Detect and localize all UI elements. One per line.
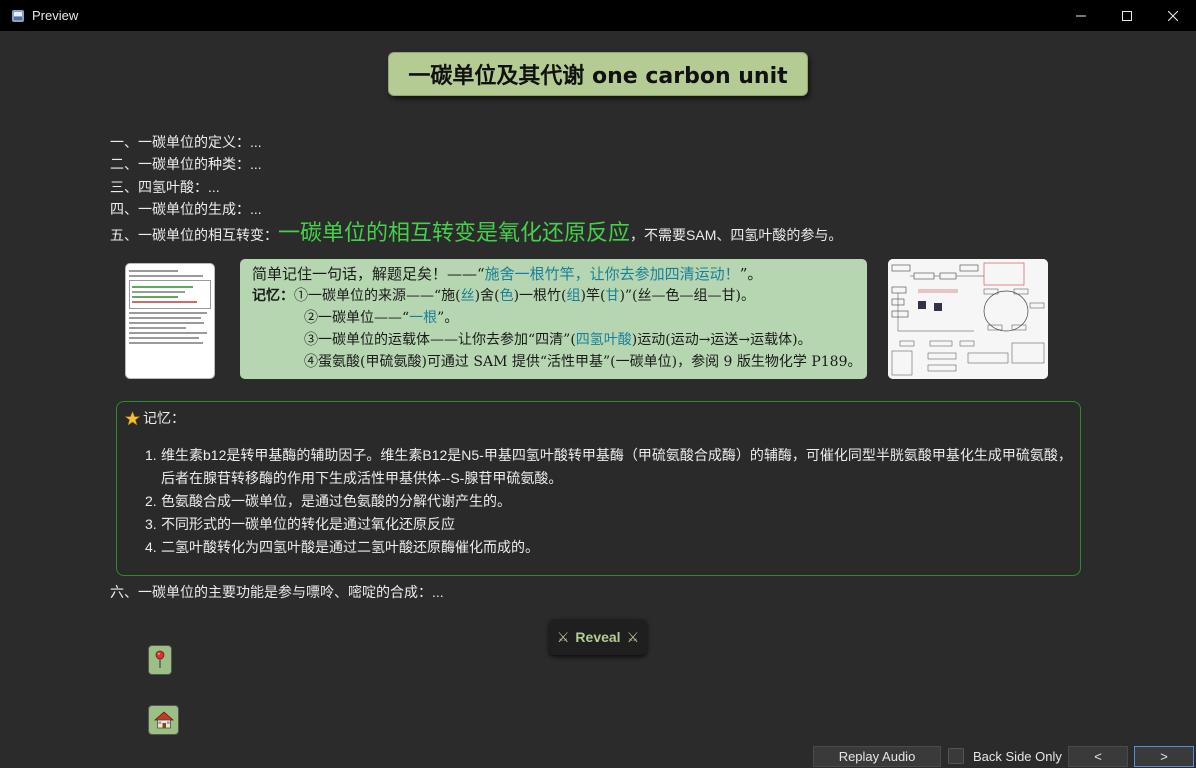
- outline-item-1: 一、一碳单位的定义：...: [110, 134, 262, 150]
- memo-item-3: 3. 不同形式的一碳单位的转化是通过氧化还原反应: [145, 516, 455, 532]
- crossed-swords-icon: ⚔: [626, 628, 640, 645]
- outline-item-5-suffix: ，不需要SAM、四氢叶酸的参与。: [630, 227, 843, 243]
- outline-item-5-prefix: 五、一碳单位的相互转变：: [110, 227, 278, 243]
- outline-item-5-highlight: 一碳单位的相互转变是氧化还原反应: [278, 220, 631, 245]
- memo-header: 记忆：: [125, 408, 185, 428]
- outline-item-3: 三、四氢叶酸：...: [110, 179, 220, 195]
- card-content: 一碳单位及其代谢 one carbon unit 一、一碳单位的定义：... 二…: [0, 31, 1196, 743]
- note-image-mnemonic: 简单记住一句话，解题足矣！——“施舍一根竹竿，让你去参加四清运动！”。 记忆：①…: [240, 259, 867, 379]
- outline-item-6: 六、一碳单位的主要功能是参与嘌呤、嘧啶的合成：...: [110, 584, 444, 600]
- memo-box: 记忆： 1. 维生素b12是转甲基酶的辅助因子。维生素B12是N5-甲基四氢叶酸转…: [116, 401, 1081, 576]
- maximize-button[interactable]: [1104, 0, 1150, 31]
- crossed-swords-icon: ⚔: [556, 628, 570, 645]
- memo-item-1: 1. 维生素b12是转甲基酶的辅助因子。维生素B12是N5-甲基四氢叶酸转甲基酶（…: [145, 447, 1072, 486]
- back-side-only-checkbox[interactable]: [948, 748, 964, 764]
- bottom-bar: Replay Audio Back Side Only < >: [0, 743, 1196, 768]
- maximize-icon: [1122, 10, 1132, 21]
- replay-audio-button[interactable]: Replay Audio: [813, 746, 941, 767]
- mnemonic-row-4: ④蛋氨酸(甲硫氨酸)可通过 SAM 提供“活性甲基”(一碳单位)，参阅 9 版生…: [304, 354, 862, 370]
- outline-item-4: 四、一碳单位的生成：...: [110, 201, 262, 217]
- home-icon: [153, 711, 174, 729]
- close-icon: [1168, 10, 1178, 21]
- card-title-box: 一碳单位及其代谢 one carbon unit: [388, 52, 808, 96]
- app-icon: [10, 8, 26, 24]
- close-button[interactable]: [1150, 0, 1196, 31]
- mnemonic-row-1: 记忆：①一碳单位的来源——“施(丝)舍(色)一根竹(组)竿(甘)”(丝—色—组—…: [252, 288, 755, 304]
- pin-button[interactable]: [148, 645, 172, 675]
- mnemonic-row-2: ②一碳单位——“一根”。: [304, 310, 459, 326]
- memo-item-2: 2. 色氨酸合成一碳单位，是通过色氨酸的分解代谢产生的。: [145, 493, 511, 509]
- pushpin-icon: [154, 650, 166, 670]
- reveal-label: Reveal: [575, 629, 621, 645]
- outline-item-5: 五、一碳单位的相互转变：一碳单位的相互转变是氧化还原反应，不需要SAM、四氢叶酸…: [110, 220, 842, 248]
- mnemonic-row-3: ③一碳单位的运载体——让你去参加“四清”(四氢叶酸)运动(运动→运送→运载体)。: [304, 332, 812, 348]
- title-bar: Preview: [0, 0, 1196, 31]
- previous-button[interactable]: <: [1068, 746, 1128, 767]
- memo-item-4: 4. 二氢叶酸转化为四氢叶酸是通过二氢叶酸还原酶催化而成的。: [145, 539, 539, 555]
- memo-list: 1. 维生素b12是转甲基酶的辅助因子。维生素B12是N5-甲基四氢叶酸转甲基酶（…: [145, 444, 1077, 559]
- next-button[interactable]: >: [1134, 746, 1194, 767]
- minimize-button[interactable]: [1058, 0, 1104, 31]
- note-image-left: [125, 263, 215, 379]
- window-title: Preview: [32, 8, 79, 23]
- outline-item-2: 二、一碳单位的种类：...: [110, 156, 262, 172]
- home-button[interactable]: [148, 705, 179, 735]
- card-title: 一碳单位及其代谢 one carbon unit: [408, 64, 788, 89]
- note-image-diagram: [888, 259, 1048, 379]
- memo-label: 记忆：: [143, 410, 185, 426]
- back-side-only-label: Back Side Only: [973, 749, 1062, 764]
- minimize-icon: [1076, 11, 1086, 21]
- reveal-button[interactable]: ⚔ Reveal ⚔: [549, 619, 647, 655]
- star-icon: [125, 410, 143, 426]
- mnemonic-headline: 简单记住一句话，解题足矣！——“施舍一根竹竿，让你去参加四清运动！”。: [252, 265, 763, 283]
